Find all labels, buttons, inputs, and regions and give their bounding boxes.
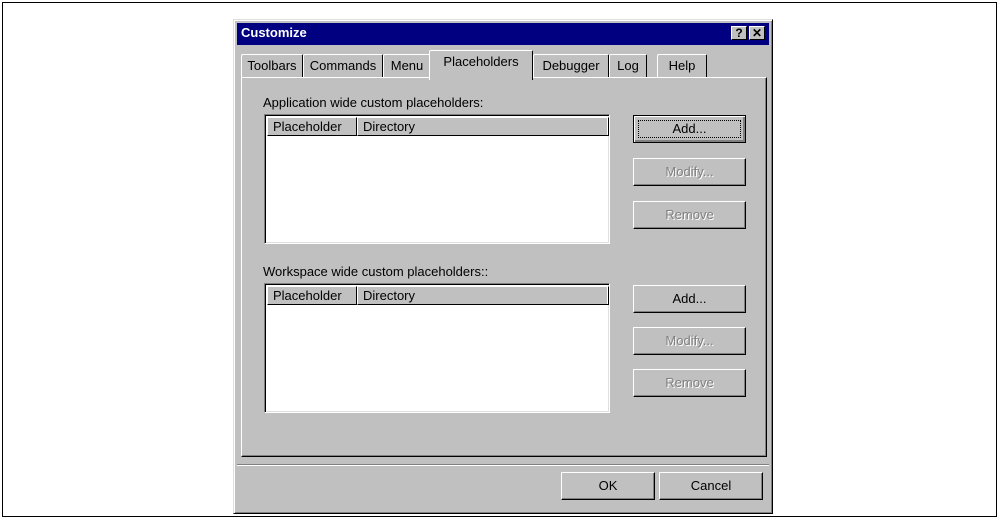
dialog-title: Customize — [241, 25, 307, 40]
workspace-list-header: Placeholder Directory — [267, 286, 609, 305]
placeholders-panel: Application wide custom placeholders: Pl… — [241, 77, 767, 457]
tab-toolbars[interactable]: Toolbars — [241, 54, 303, 78]
application-section-label: Application wide custom placeholders: — [263, 95, 484, 110]
column-header-directory[interactable]: Directory — [357, 117, 609, 136]
application-list-header: Placeholder Directory — [267, 117, 609, 136]
workspace-modify-button[interactable]: Modify... — [633, 327, 746, 355]
tab-debugger[interactable]: Debugger — [533, 54, 609, 78]
tab-placeholders[interactable]: Placeholders — [429, 50, 533, 80]
footer-separator — [237, 464, 769, 466]
ok-button[interactable]: OK — [561, 472, 655, 500]
tab-help[interactable]: Help — [657, 54, 707, 78]
cancel-button[interactable]: Cancel — [659, 472, 763, 500]
tab-commands[interactable]: Commands — [303, 54, 383, 78]
tab-log[interactable]: Log — [609, 54, 647, 78]
tab-strip: Toolbars Commands Menu Placeholders Debu… — [241, 50, 769, 80]
title-bar[interactable]: Customize ? ✕ — [237, 23, 769, 45]
workspace-placeholders-list[interactable]: Placeholder Directory — [264, 283, 610, 413]
column-header-placeholder[interactable]: Placeholder — [267, 117, 357, 136]
help-button[interactable]: ? — [731, 26, 747, 40]
workspace-add-button[interactable]: Add... — [633, 285, 746, 313]
customize-dialog: Customize ? ✕ Toolbars Commands Menu Pla… — [233, 19, 773, 514]
close-button[interactable]: ✕ — [749, 26, 765, 40]
column-header-directory[interactable]: Directory — [357, 286, 609, 305]
application-add-label: Add... — [672, 121, 707, 136]
application-add-button[interactable]: Add... — [633, 115, 746, 143]
tab-menu[interactable]: Menu — [383, 54, 431, 78]
column-header-placeholder[interactable]: Placeholder — [267, 286, 357, 305]
workspace-section-label: Workspace wide custom placeholders:: — [263, 264, 489, 279]
application-remove-button[interactable]: Remove — [633, 201, 746, 229]
application-placeholders-list[interactable]: Placeholder Directory — [264, 114, 610, 244]
workspace-remove-button[interactable]: Remove — [633, 369, 746, 397]
application-modify-button[interactable]: Modify... — [633, 158, 746, 186]
